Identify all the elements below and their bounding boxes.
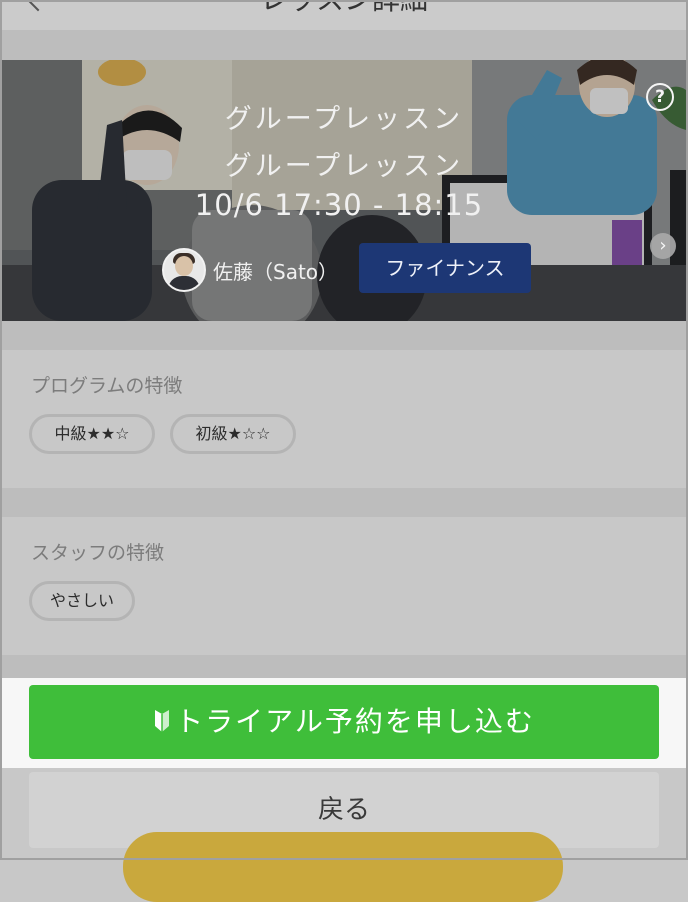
help-icon[interactable]: ? [646, 83, 674, 111]
program-features-title: プログラムの特徴 [31, 375, 183, 397]
lesson-hero: グループレッスン グループレッスン 10/6 17:30 - 18:15 ? ›… [2, 60, 686, 321]
chevron-right-icon[interactable]: › [650, 233, 676, 259]
staff-tag: やさしい [29, 581, 135, 621]
staff-name: 佐藤（Sato） [213, 260, 339, 284]
avatar [162, 248, 206, 292]
lesson-title-line2: グループレッスン [224, 151, 464, 182]
program-tag: 中級★★☆ [29, 414, 155, 454]
lesson-datetime: 10/6 17:30 - 18:15 [194, 188, 484, 222]
program-features-card: プログラムの特徴 中級★★☆ 初級★☆☆ [2, 350, 686, 488]
floating-action-button[interactable] [123, 832, 563, 902]
staff-features-card: スタッフの特徴 やさしい [2, 517, 686, 655]
staff-features-title: スタッフの特徴 [31, 542, 165, 564]
header-bar: レッスン詳細 [0, 0, 688, 30]
lesson-title-line1: グループレッスン [224, 104, 464, 135]
section-gap [0, 488, 688, 517]
category-badge: ファイナンス [359, 243, 531, 293]
section-gap [0, 655, 688, 678]
trial-booking-label: トライアル予約を申し込む [175, 705, 535, 738]
program-tag: 初級★☆☆ [170, 414, 296, 454]
trial-booking-button[interactable]: トライアル予約を申し込む [29, 685, 659, 759]
section-gap [0, 321, 688, 350]
page-title: レッスン詳細 [0, 0, 688, 18]
beginner-leaf-icon [155, 710, 170, 732]
section-gap [0, 30, 688, 60]
